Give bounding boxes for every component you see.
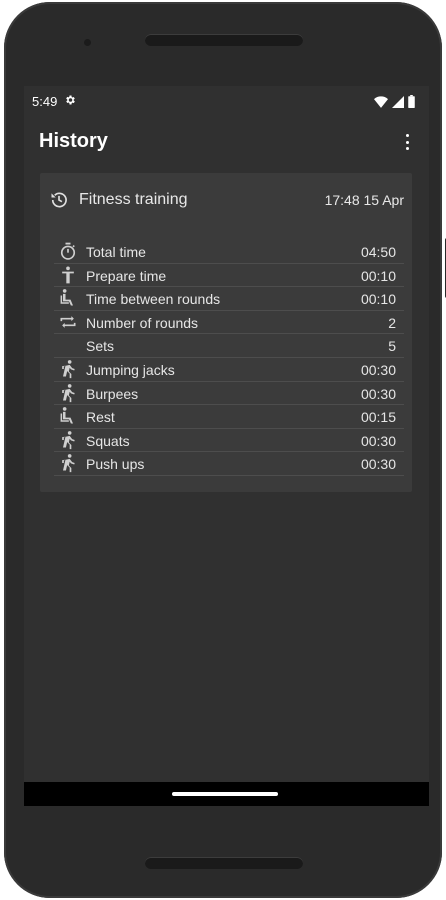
list-item-value: 00:30: [360, 456, 396, 473]
list-item-label: Number of rounds: [86, 314, 199, 331]
list-item-label: Prepare time: [86, 267, 167, 284]
status-icons: [374, 95, 415, 108]
wifi-icon: [374, 95, 388, 108]
bottom-speaker: [145, 857, 303, 869]
top-speaker: [145, 34, 303, 46]
history-card[interactable]: Fitness training 17:48 15 Apr Total time…: [40, 173, 412, 492]
list-item-value: 00:10: [360, 267, 396, 284]
running-person-icon: [62, 383, 75, 402]
list-item-label: Burpees: [86, 385, 139, 402]
app-bar: History: [24, 118, 429, 164]
list-item-label: Jumping jacks: [86, 361, 175, 378]
status-time: 5:49: [32, 94, 58, 109]
list-item-label: Total time: [86, 244, 146, 260]
navigation-bar: [24, 782, 429, 806]
repeat-icon: [60, 315, 76, 328]
list-item-total-time: Total time 04:50: [54, 240, 404, 264]
list-item-value: 04:50: [360, 244, 396, 260]
list-item-value: 00:30: [360, 432, 396, 449]
card-header: Fitness training 17:48 15 Apr: [40, 173, 412, 225]
home-gesture-pill[interactable]: [172, 792, 278, 796]
list-item-value: 2: [388, 314, 396, 331]
list-item-rest: Rest 00:15: [54, 405, 404, 429]
running-person-icon: [62, 360, 75, 379]
list-item-label: Sets: [86, 338, 115, 355]
list-item-time-between-rounds: Time between rounds 00:10: [54, 287, 404, 311]
card-datetime: 17:48 15 Apr: [324, 192, 404, 208]
status-bar: 5:49: [24, 86, 429, 118]
phone-frame: 5:49 History Fitness training 17:48 15 A…: [4, 2, 446, 898]
list-item-label: Squats: [86, 432, 130, 449]
stopwatch-icon: [60, 242, 76, 260]
front-camera: [84, 39, 91, 46]
list-item-jumping-jacks: Jumping jacks 00:30: [54, 358, 404, 382]
history-icon: [51, 192, 67, 208]
list-item-value: 00:30: [360, 385, 396, 402]
list-item-label: Rest: [86, 409, 115, 426]
stats-list: Total time 04:50 Prepare time 00:10 Time…: [54, 240, 404, 476]
list-item-sets: Sets 5: [54, 334, 404, 358]
seated-person-icon: [60, 407, 73, 424]
list-item-prepare-time: Prepare time 00:10: [54, 264, 404, 288]
list-item-label: Push ups: [86, 456, 145, 473]
list-item-burpees: Burpees 00:30: [54, 382, 404, 406]
more-vert-icon[interactable]: [399, 131, 415, 153]
signal-icon: [392, 95, 404, 108]
running-person-icon: [62, 430, 75, 449]
list-item-number-of-rounds: Number of rounds 2: [54, 311, 404, 335]
list-item-label: Time between rounds: [86, 291, 221, 308]
person-standing-icon: [62, 266, 74, 283]
list-item-push-ups: Push ups 00:30: [54, 452, 404, 476]
page-title: History: [39, 130, 108, 152]
list-item-squats: Squats 00:30: [54, 429, 404, 453]
list-item-value: 00:10: [360, 291, 396, 308]
running-person-icon: [62, 454, 75, 473]
list-item-value: 00:15: [360, 409, 396, 426]
card-title: Fitness training: [79, 191, 188, 208]
list-item-value: 00:30: [360, 361, 396, 378]
seated-person-icon: [60, 289, 73, 306]
list-item-value: 5: [388, 338, 396, 355]
gear-icon: [66, 95, 75, 105]
battery-icon: [408, 95, 415, 108]
screen: 5:49 History Fitness training 17:48 15 A…: [24, 86, 429, 806]
